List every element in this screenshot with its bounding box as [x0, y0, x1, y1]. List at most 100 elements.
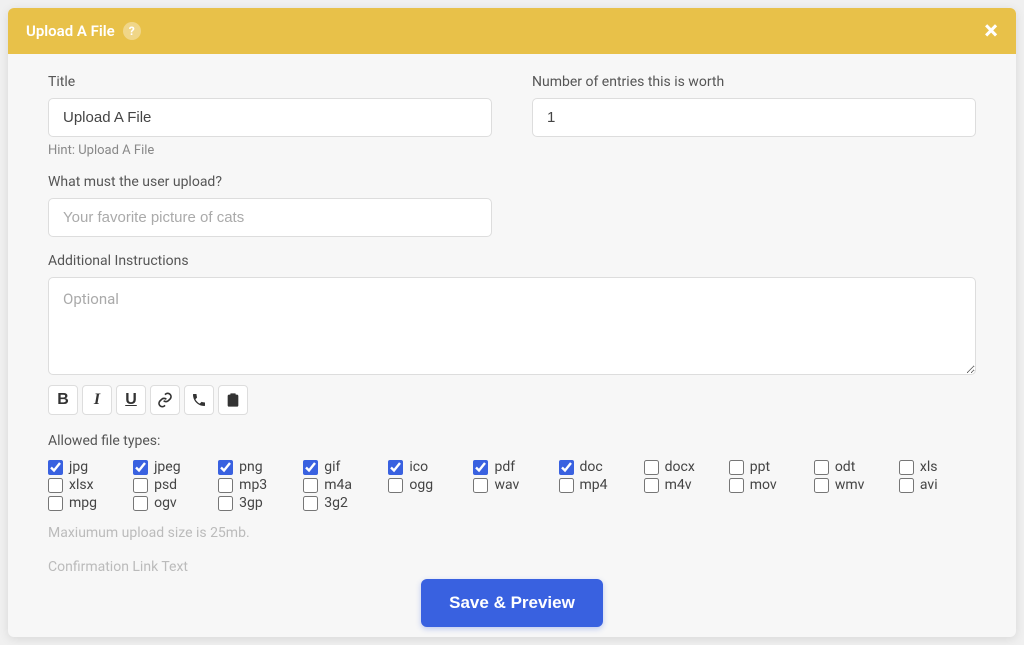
- filetype-mp4[interactable]: mp4: [559, 477, 636, 493]
- phone-button[interactable]: [184, 385, 214, 415]
- filetype-psd[interactable]: psd: [133, 477, 210, 493]
- filetype-avi[interactable]: avi: [899, 477, 976, 493]
- filetypes-label: Allowed file types:: [48, 433, 976, 449]
- filetype-3g2[interactable]: 3g2: [303, 495, 380, 511]
- filetype-gif[interactable]: gif: [303, 459, 380, 475]
- filetype-checkbox-doc[interactable]: [559, 460, 574, 475]
- filetype-checkbox-mov[interactable]: [729, 478, 744, 493]
- filetype-label: m4v: [665, 477, 692, 493]
- filetype-jpg[interactable]: jpg: [48, 459, 125, 475]
- filetype-label: m4a: [324, 477, 352, 493]
- filetype-label: ppt: [750, 459, 770, 475]
- link-button[interactable]: [150, 385, 180, 415]
- phone-icon: [191, 392, 207, 408]
- filetype-jpeg[interactable]: jpeg: [133, 459, 210, 475]
- entries-group: Number of entries this is worth: [532, 74, 976, 137]
- filetype-docx[interactable]: docx: [644, 459, 721, 475]
- filetype-checkbox-xls[interactable]: [899, 460, 914, 475]
- filetype-mov[interactable]: mov: [729, 477, 806, 493]
- filetype-checkbox-3gp[interactable]: [218, 496, 233, 511]
- footer-actions: Save & Preview: [48, 579, 976, 627]
- filetype-ogv[interactable]: ogv: [133, 495, 210, 511]
- filetype-mpg[interactable]: mpg: [48, 495, 125, 511]
- modal-body: Title Hint: Upload A File Number of entr…: [8, 54, 1016, 637]
- filetype-checkbox-mp4[interactable]: [559, 478, 574, 493]
- filetype-checkbox-psd[interactable]: [133, 478, 148, 493]
- bold-button[interactable]: B: [48, 385, 78, 415]
- help-icon[interactable]: ?: [123, 22, 141, 40]
- filetype-m4a[interactable]: m4a: [303, 477, 380, 493]
- filetype-pdf[interactable]: pdf: [473, 459, 550, 475]
- filetype-checkbox-ogg[interactable]: [388, 478, 403, 493]
- filetype-mp3[interactable]: mp3: [218, 477, 295, 493]
- filetype-m4v[interactable]: m4v: [644, 477, 721, 493]
- filetype-label: doc: [580, 459, 603, 475]
- filetype-checkbox-wav[interactable]: [473, 478, 488, 493]
- filetype-checkbox-m4v[interactable]: [644, 478, 659, 493]
- clipboard-button[interactable]: [218, 385, 248, 415]
- filetype-label: png: [239, 459, 262, 475]
- filetype-odt[interactable]: odt: [814, 459, 891, 475]
- filetype-checkbox-avi[interactable]: [899, 478, 914, 493]
- filetype-checkbox-wmv[interactable]: [814, 478, 829, 493]
- modal-title-group: Upload A File ?: [26, 22, 141, 40]
- title-input[interactable]: [48, 98, 492, 137]
- filetype-wav[interactable]: wav: [473, 477, 550, 493]
- upload-file-modal: Upload A File ? × Title Hint: Upload A F…: [8, 8, 1016, 637]
- filetype-checkbox-ogv[interactable]: [133, 496, 148, 511]
- filetype-checkbox-jpg[interactable]: [48, 460, 63, 475]
- filetype-checkbox-mpg[interactable]: [48, 496, 63, 511]
- title-label: Title: [48, 74, 492, 90]
- filetype-label: wav: [494, 477, 519, 493]
- filetype-label: pdf: [494, 459, 515, 475]
- underline-button[interactable]: U: [116, 385, 146, 415]
- filetype-checkbox-png[interactable]: [218, 460, 233, 475]
- filetype-checkbox-gif[interactable]: [303, 460, 318, 475]
- filetype-label: odt: [835, 459, 855, 475]
- filetype-doc[interactable]: doc: [559, 459, 636, 475]
- filetype-checkbox-docx[interactable]: [644, 460, 659, 475]
- filetype-label: gif: [324, 459, 340, 475]
- save-preview-button[interactable]: Save & Preview: [421, 579, 603, 627]
- filetype-checkbox-m4a[interactable]: [303, 478, 318, 493]
- filetype-checkbox-odt[interactable]: [814, 460, 829, 475]
- filetype-checkbox-jpeg[interactable]: [133, 460, 148, 475]
- entries-input[interactable]: [532, 98, 976, 137]
- filetype-label: docx: [665, 459, 695, 475]
- close-icon[interactable]: ×: [984, 18, 998, 44]
- instructions-textarea[interactable]: [48, 277, 976, 375]
- filetype-checkbox-ico[interactable]: [388, 460, 403, 475]
- filetype-ico[interactable]: ico: [388, 459, 465, 475]
- filetype-label: mp4: [580, 477, 608, 493]
- instructions-group: Additional Instructions B I U: [48, 253, 976, 415]
- filetype-label: wmv: [835, 477, 865, 493]
- filetype-label: ico: [409, 459, 428, 475]
- filetype-label: mpg: [69, 495, 97, 511]
- filetype-xls[interactable]: xls: [899, 459, 976, 475]
- filetype-3gp[interactable]: 3gp: [218, 495, 295, 511]
- filetype-checkbox-pdf[interactable]: [473, 460, 488, 475]
- filetype-ogg[interactable]: ogg: [388, 477, 465, 493]
- italic-button[interactable]: I: [82, 385, 112, 415]
- filetype-checkbox-xlsx[interactable]: [48, 478, 63, 493]
- filetype-label: 3g2: [324, 495, 348, 511]
- filetype-checkbox-3g2[interactable]: [303, 496, 318, 511]
- filetype-label: ogg: [409, 477, 433, 493]
- filetype-ppt[interactable]: ppt: [729, 459, 806, 475]
- filetype-label: mov: [750, 477, 777, 493]
- modal-header: Upload A File ? ×: [8, 8, 1016, 54]
- filetype-label: mp3: [239, 477, 267, 493]
- filetype-grid: jpg jpeg png gif ico pdf doc docx ppt odt xls xlsxp…: [48, 459, 976, 511]
- title-hint: Hint: Upload A File: [48, 143, 492, 158]
- filetype-label: xls: [920, 459, 938, 475]
- filetype-png[interactable]: png: [218, 459, 295, 475]
- clipboard-icon: [225, 392, 241, 408]
- filetype-wmv[interactable]: wmv: [814, 477, 891, 493]
- instructions-label: Additional Instructions: [48, 253, 976, 269]
- filetype-checkbox-mp3[interactable]: [218, 478, 233, 493]
- filetype-xlsx[interactable]: xlsx: [48, 477, 125, 493]
- upload-prompt-input[interactable]: [48, 198, 492, 237]
- filetype-checkbox-ppt[interactable]: [729, 460, 744, 475]
- filetype-label: jpeg: [154, 459, 181, 475]
- upload-prompt-group: What must the user upload?: [48, 174, 492, 237]
